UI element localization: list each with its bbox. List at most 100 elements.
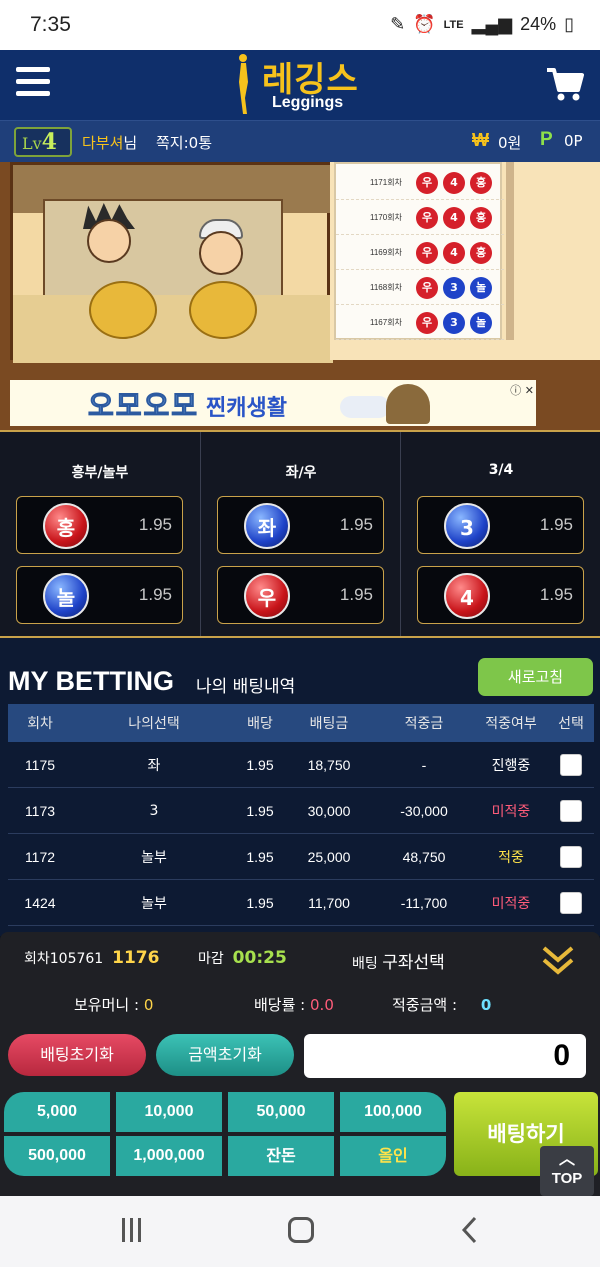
drum-left bbox=[89, 281, 157, 339]
row-checkbox[interactable] bbox=[560, 891, 582, 914]
win-value: 0 bbox=[480, 996, 492, 1014]
balance-info: 보유머니 : 0 bbox=[74, 994, 153, 1015]
ad-text-2: 찐캐생활 bbox=[206, 396, 287, 421]
won-balance[interactable]: 0원 bbox=[498, 132, 521, 153]
cell-pick: 좌 bbox=[147, 757, 161, 774]
drum-right bbox=[189, 281, 257, 339]
result-ball: 홍 bbox=[470, 242, 492, 264]
cell-payout: 48,750 bbox=[402, 848, 446, 865]
point-balance[interactable]: 0P bbox=[564, 132, 583, 150]
odds-option-nol[interactable]: 놀 1.95 bbox=[16, 566, 183, 624]
col-payout: 적중금 bbox=[404, 716, 444, 732]
result-ball: 홍 bbox=[470, 207, 492, 229]
cell-payout: -11,700 bbox=[400, 894, 448, 911]
row-checkbox[interactable] bbox=[560, 753, 582, 776]
odds-option-left[interactable]: 좌 1.95 bbox=[217, 496, 384, 554]
round-label: 회차 bbox=[24, 951, 50, 967]
result-round: 1170회차 bbox=[370, 213, 402, 222]
ad-character-icon bbox=[386, 384, 430, 424]
board-pole bbox=[506, 162, 514, 340]
cell-odds: 1.95 bbox=[246, 756, 274, 773]
chevron-down-icon[interactable] bbox=[538, 942, 578, 978]
odds-option-heung[interactable]: 홍 1.95 bbox=[16, 496, 183, 554]
refresh-button[interactable]: 새로고침 bbox=[478, 658, 593, 696]
recent-apps-icon[interactable] bbox=[122, 1218, 144, 1242]
cell-select bbox=[548, 788, 594, 833]
reset-bet-button[interactable]: 배팅초기화 bbox=[8, 1034, 146, 1076]
chip-all-in[interactable]: 올인 bbox=[340, 1136, 446, 1176]
cell-stake: 18,750 bbox=[307, 756, 351, 773]
col-stake: 배팅금 bbox=[309, 716, 349, 732]
cell-round: 1172 bbox=[24, 848, 56, 865]
row-checkbox[interactable] bbox=[560, 799, 582, 822]
level-prefix: Lv bbox=[22, 134, 42, 153]
username[interactable]: 다부셔님 bbox=[82, 132, 137, 153]
option-ball: 4 bbox=[444, 573, 490, 619]
option-ball: 좌 bbox=[244, 503, 290, 549]
chevron-up-icon: ︿ bbox=[558, 1151, 575, 1168]
odds-column-3-4: 3/4 3 1.95 4 1.95 bbox=[400, 432, 600, 638]
chip-50000[interactable]: 50,000 bbox=[228, 1092, 334, 1132]
character-left-head bbox=[87, 219, 131, 263]
odds-column-left-right: 좌/우 좌 1.95 우 1.95 bbox=[200, 432, 400, 638]
odds-option-right[interactable]: 우 1.95 bbox=[217, 566, 384, 624]
username-text: 다부셔 bbox=[82, 134, 124, 152]
bet-selection: 배팅 구좌선택 bbox=[352, 948, 445, 973]
odds-option-4[interactable]: 4 1.95 bbox=[417, 566, 584, 624]
scroll-top-button[interactable]: ︿ TOP bbox=[540, 1146, 594, 1196]
cell-select bbox=[548, 880, 594, 925]
win-label: 적중금액 : bbox=[392, 996, 458, 1014]
my-betting-title: MY BETTING bbox=[8, 666, 175, 696]
odds-value: 0.0 bbox=[310, 996, 334, 1014]
chip-buttons: 5,000 10,000 50,000 100,000 500,000 1,00… bbox=[4, 1092, 446, 1176]
option-ball: 우 bbox=[244, 573, 290, 619]
cell-pick: 3 bbox=[149, 802, 159, 819]
status-time: 7:35 bbox=[30, 13, 71, 36]
cell-odds: 1.95 bbox=[246, 894, 274, 911]
chip-100000[interactable]: 100,000 bbox=[340, 1092, 446, 1132]
option-ball: 놀 bbox=[43, 573, 89, 619]
pen-icon: ✎ bbox=[390, 14, 406, 34]
balance-value: 0 bbox=[143, 996, 154, 1014]
option-ball: 홍 bbox=[43, 503, 89, 549]
ad-close-icon[interactable]: ⓘ ✕ bbox=[510, 382, 534, 398]
recent-results: 1171회차 우 4 홍 1170회차 우 4 홍 1169회차 우 4 홍 1168회차 우 3 놀 1167… bbox=[334, 162, 504, 340]
result-ball: 우 bbox=[416, 207, 438, 229]
odds-option-3[interactable]: 3 1.95 bbox=[417, 496, 584, 554]
odds-label: 배당률 : bbox=[254, 996, 306, 1014]
result-ball: 우 bbox=[416, 172, 438, 194]
chip-500000[interactable]: 500,000 bbox=[4, 1136, 110, 1176]
odds-info: 배당률 : 0.0 bbox=[254, 994, 334, 1015]
cell-round: 1175 bbox=[24, 756, 56, 773]
chip-10000[interactable]: 10,000 bbox=[116, 1092, 222, 1132]
result-ball: 4 bbox=[443, 172, 465, 194]
row-checkbox[interactable] bbox=[560, 845, 582, 868]
logo[interactable]: 레깅스 Leggings bbox=[232, 50, 372, 120]
home-icon[interactable] bbox=[288, 1217, 314, 1243]
signal-icon: ▂▄▆ bbox=[471, 14, 513, 34]
result-row: 1167회차 우 3 놀 bbox=[336, 306, 504, 340]
chip-1000000[interactable]: 1,000,000 bbox=[116, 1136, 222, 1176]
menu-icon[interactable] bbox=[16, 67, 50, 99]
chip-change[interactable]: 잔돈 bbox=[228, 1136, 334, 1176]
status-icons: ✎ ⏰ LTE ▂▄▆ 24% ▯ bbox=[390, 14, 574, 35]
bet-label: 배팅 bbox=[352, 956, 378, 972]
bet-value: 구좌선택 bbox=[382, 953, 445, 973]
system-nav-bar bbox=[0, 1196, 600, 1267]
bet-amount-input[interactable]: 0 bbox=[304, 1034, 586, 1078]
back-icon[interactable] bbox=[460, 1216, 478, 1244]
logo-english: Leggings bbox=[272, 94, 344, 111]
messages-link[interactable]: 쪽지:0통 bbox=[156, 132, 212, 153]
cell-stake: 30,000 bbox=[307, 802, 351, 819]
status-bar: 7:35 ✎ ⏰ LTE ▂▄▆ 24% ▯ bbox=[0, 0, 600, 50]
deadline-timer: 00:25 bbox=[232, 948, 287, 968]
cart-icon[interactable] bbox=[546, 66, 584, 102]
game-area: 1171회차 우 4 홍 1170회차 우 4 홍 1169회차 우 4 홍 1168회차 우 3 놀 1167… bbox=[0, 162, 600, 430]
round-id: 105761 bbox=[49, 951, 104, 967]
ad-banner[interactable]: 오모오모 찐캐생활 ⓘ ✕ bbox=[10, 380, 536, 426]
chip-5000[interactable]: 5,000 bbox=[4, 1092, 110, 1132]
cell-stake: 25,000 bbox=[307, 848, 351, 865]
result-ball: 우 bbox=[416, 277, 438, 299]
reset-amount-button[interactable]: 금액초기화 bbox=[156, 1034, 294, 1076]
bet-slip: 회차105761 1176 마감 00:25 배팅 구좌선택 보유머니 : 0 … bbox=[0, 932, 600, 1196]
